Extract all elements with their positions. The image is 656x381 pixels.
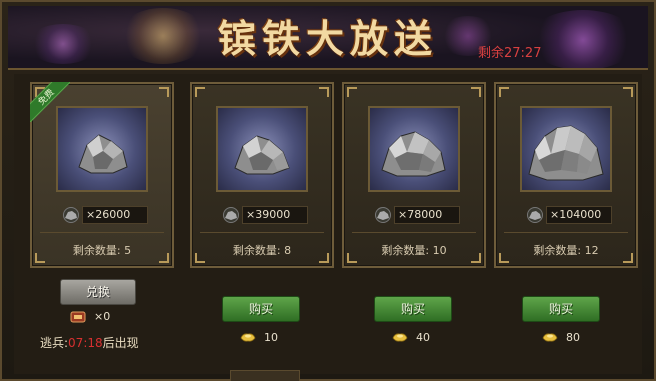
buy-button[interactable]: 购买 bbox=[222, 296, 300, 322]
gold-ingot-icon bbox=[240, 333, 256, 342]
bottom-tab-edge bbox=[230, 370, 300, 381]
exchange-token-count: ×0 bbox=[94, 310, 111, 323]
iron-ore-icon bbox=[78, 134, 128, 174]
ore-amount-value: ×26000 bbox=[82, 206, 148, 224]
ore-amount: ×78000 bbox=[372, 206, 464, 224]
ore-amount-value: ×104000 bbox=[546, 206, 612, 224]
price-value: 10 bbox=[264, 331, 278, 344]
card-corner-ornament bbox=[623, 87, 633, 97]
remaining-count: 剩余数量: 5 bbox=[72, 244, 132, 257]
iron-ore-icon bbox=[528, 125, 604, 181]
remaining-count: 剩余数量: 8 bbox=[232, 244, 292, 257]
ore-image-slot[interactable] bbox=[368, 106, 460, 192]
ore-amount-value: ×39000 bbox=[242, 206, 308, 224]
gold-ingot-icon bbox=[542, 333, 558, 342]
buy-button[interactable]: 购买 bbox=[522, 296, 600, 322]
exchange-token-icon bbox=[70, 311, 86, 323]
deserter-time: 07:18 bbox=[68, 336, 103, 350]
price-value: 80 bbox=[566, 331, 580, 344]
card-divider bbox=[504, 232, 628, 233]
card-corner-ornament bbox=[195, 87, 205, 97]
offer-card: ×39000 剩余数量: 8 bbox=[190, 82, 334, 268]
card-corner-ornament bbox=[347, 87, 357, 97]
remaining-count: 剩余数量: 12 bbox=[533, 244, 599, 257]
price-value: 40 bbox=[416, 331, 430, 344]
deserter-timer: 逃兵:07:18后出现 bbox=[40, 334, 139, 351]
exchange-button[interactable]: 兑换 bbox=[60, 279, 136, 305]
ore-amount: ×104000 bbox=[524, 206, 616, 224]
card-corner-ornament bbox=[471, 87, 481, 97]
event-countdown: 剩余27:27 bbox=[478, 46, 542, 61]
offer-card: ×78000 剩余数量: 10 bbox=[342, 82, 486, 268]
ore-amount: ×39000 bbox=[220, 206, 312, 224]
card-corner-ornament bbox=[159, 87, 169, 97]
event-title: 镔铁大放送 bbox=[217, 16, 438, 61]
iron-ore-icon bbox=[381, 131, 446, 177]
remaining-count: 剩余数量: 10 bbox=[381, 244, 447, 257]
offer-card-free: 免费 ×26000 剩余数量: 5 bbox=[30, 82, 174, 268]
iron-ore-small-icon bbox=[223, 207, 239, 223]
offer-card: ×104000 剩余数量: 12 bbox=[494, 82, 638, 268]
card-divider bbox=[40, 232, 164, 233]
ore-image-slot[interactable] bbox=[520, 106, 612, 192]
ore-amount: ×26000 bbox=[60, 206, 152, 224]
gold-ingot-icon bbox=[392, 333, 408, 342]
iron-ore-icon bbox=[234, 135, 290, 175]
card-corner-ornament bbox=[319, 87, 329, 97]
ore-amount-value: ×78000 bbox=[394, 206, 460, 224]
ore-image-slot[interactable] bbox=[216, 106, 308, 192]
iron-ore-small-icon bbox=[63, 207, 79, 223]
card-corner-ornament bbox=[499, 87, 509, 97]
ore-image-slot[interactable] bbox=[56, 106, 148, 192]
card-divider bbox=[352, 232, 476, 233]
iron-ore-small-icon bbox=[527, 207, 543, 223]
buy-button[interactable]: 购买 bbox=[374, 296, 452, 322]
deserter-label: 逃兵: bbox=[40, 336, 69, 350]
deserter-suffix: 后出现 bbox=[102, 336, 139, 350]
card-divider bbox=[200, 232, 324, 233]
iron-ore-small-icon bbox=[375, 207, 391, 223]
